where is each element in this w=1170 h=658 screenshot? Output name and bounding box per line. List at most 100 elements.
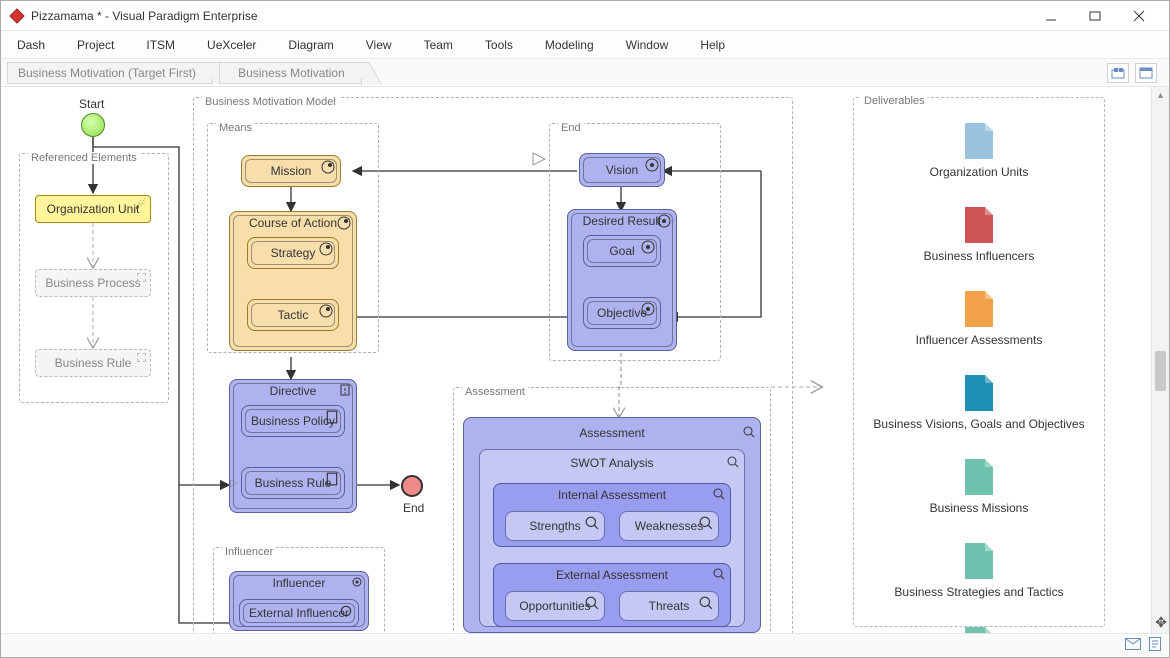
decorator-icon	[319, 242, 333, 256]
deliverable-item[interactable]: Business Strategies and Tactics	[853, 541, 1105, 599]
node-tactic[interactable]: Tactic	[247, 299, 339, 331]
group-title: Referenced Elements	[28, 152, 140, 164]
group-title: Deliverables	[861, 95, 928, 107]
app-window: Pizzamama * - Visual Paradigm Enterprise…	[0, 0, 1170, 658]
deliverable-item[interactable]: Organization Units	[853, 121, 1105, 179]
start-node[interactable]	[81, 113, 105, 137]
deliverable-item[interactable]: Business Visions, Goals and Objectives	[853, 373, 1105, 431]
magnify-icon	[699, 516, 713, 530]
target-icon	[641, 240, 655, 254]
document-icon	[963, 457, 995, 497]
node-organization-unit[interactable]: Organization Unit ☄	[35, 195, 151, 223]
menubar: Dash Project ITSM UeXceler Diagram View …	[1, 31, 1169, 59]
breadcrumb-bar: Business Motivation (Target First) Busin…	[1, 59, 1169, 87]
actor-icon: ☄	[135, 198, 146, 212]
deliverable-label: Business Missions	[853, 501, 1105, 515]
node-objective[interactable]: Objective	[583, 297, 661, 329]
start-label: Start	[79, 97, 104, 111]
doc-icon	[325, 410, 339, 424]
deliverable-item[interactable]	[853, 625, 1105, 633]
document-icon	[963, 205, 995, 245]
node-business-process-placeholder[interactable]: Business Process	[35, 269, 151, 297]
titlebar: Pizzamama * - Visual Paradigm Enterprise	[1, 1, 1169, 31]
deliverable-label: Business Strategies and Tactics	[853, 585, 1105, 599]
note-icon[interactable]	[1149, 637, 1161, 654]
node-external-influencer[interactable]: External Influencer	[239, 599, 359, 627]
end-label: End	[403, 501, 424, 515]
menu-uexceler[interactable]: UeXceler	[203, 34, 260, 56]
document-icon	[963, 373, 995, 413]
statusbar	[1, 633, 1169, 657]
menu-help[interactable]: Help	[696, 34, 729, 56]
deliverable-label: Business Visions, Goals and Objectives	[853, 417, 1105, 431]
resize-handle-icon[interactable]: ✥	[1155, 614, 1167, 631]
node-business-rule-placeholder[interactable]: Business Rule	[35, 349, 151, 377]
menu-team[interactable]: Team	[420, 34, 457, 56]
target-icon	[657, 214, 671, 231]
menu-tools[interactable]: Tools	[481, 34, 517, 56]
node-vision[interactable]: Vision	[579, 153, 665, 187]
node-opportunities[interactable]: Opportunities	[505, 591, 605, 621]
group-title: Influencer	[222, 546, 276, 558]
node-mission[interactable]: Mission	[241, 155, 341, 187]
vertical-scrollbar[interactable]: ▴ ▾	[1151, 87, 1169, 633]
close-button[interactable]	[1117, 2, 1161, 30]
app-icon	[9, 8, 25, 24]
breadcrumb-item-0[interactable]: Business Motivation (Target First)	[7, 62, 213, 84]
navigator-icon[interactable]	[1107, 63, 1129, 83]
group-title: End	[558, 122, 584, 134]
window-title: Pizzamama * - Visual Paradigm Enterprise	[31, 9, 1029, 23]
menu-view[interactable]: View	[362, 34, 396, 56]
document-icon	[963, 541, 995, 581]
menu-modeling[interactable]: Modeling	[541, 34, 598, 56]
doc-icon	[325, 472, 339, 486]
node-business-rule[interactable]: Business Rule ▷	[241, 467, 345, 499]
magnify-icon	[713, 568, 725, 583]
group-desired-result[interactable]: Desired Result	[567, 209, 677, 351]
magnify-icon	[727, 456, 739, 471]
magnify-icon	[699, 596, 713, 610]
node-strategy[interactable]: Strategy	[247, 237, 339, 269]
diagram-canvas[interactable]: Start Referenced Elements Organization U…	[1, 87, 1151, 633]
minimize-button[interactable]	[1029, 2, 1073, 30]
doc-icon	[339, 384, 351, 399]
decorator-icon	[337, 216, 351, 233]
scroll-up-icon[interactable]: ▴	[1152, 87, 1169, 103]
group-deliverables: Deliverables Organization Units Business…	[853, 97, 1105, 627]
scrollbar-thumb[interactable]	[1155, 351, 1166, 391]
document-icon	[963, 625, 995, 633]
deliverable-item[interactable]: Business Influencers	[853, 205, 1105, 263]
group-title: Means	[216, 122, 255, 134]
node-strengths[interactable]: Strengths	[505, 511, 605, 541]
menu-itsm[interactable]: ITSM	[142, 34, 179, 56]
document-icon	[963, 121, 995, 161]
node-weaknesses[interactable]: Weaknesses	[619, 511, 719, 541]
maximize-button[interactable]	[1073, 2, 1117, 30]
node-goal[interactable]: Goal	[583, 235, 661, 267]
deliverable-item[interactable]: Business Missions	[853, 457, 1105, 515]
magnify-icon	[743, 426, 755, 441]
gear-icon	[339, 604, 353, 618]
panel-icon[interactable]	[1135, 63, 1157, 83]
mail-icon[interactable]	[1125, 638, 1141, 653]
magnify-icon	[585, 596, 599, 610]
menu-dash[interactable]: Dash	[13, 34, 49, 56]
menu-diagram[interactable]: Diagram	[284, 34, 337, 56]
node-threats[interactable]: Threats	[619, 591, 719, 621]
target-icon	[645, 158, 659, 172]
menu-project[interactable]: Project	[73, 34, 118, 56]
deliverable-label: Influencer Assessments	[853, 333, 1105, 347]
decorator-icon	[319, 304, 333, 318]
deliverable-label: Organization Units	[853, 165, 1105, 179]
target-icon	[641, 302, 655, 316]
deliverable-item[interactable]: Influencer Assessments	[853, 289, 1105, 347]
magnify-icon	[713, 488, 725, 503]
end-node[interactable]	[401, 475, 423, 497]
menu-window[interactable]: Window	[622, 34, 673, 56]
node-business-policy[interactable]: Business Policy	[241, 405, 345, 437]
document-icon	[963, 289, 995, 329]
deliverable-label: Business Influencers	[853, 249, 1105, 263]
diagram-canvas-wrap: Start Referenced Elements Organization U…	[1, 87, 1169, 633]
decorator-icon	[321, 160, 335, 174]
breadcrumb-item-1[interactable]: Business Motivation	[219, 62, 362, 84]
